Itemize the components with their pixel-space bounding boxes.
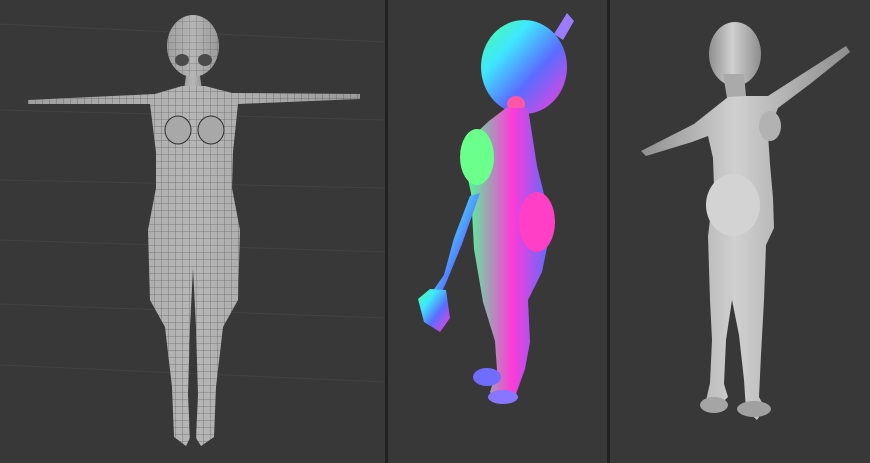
wireframe-model-canvas[interactable]: [0, 0, 385, 463]
solid-shaded-figure: [641, 22, 850, 420]
solid-viewport[interactable]: [610, 0, 870, 463]
blender-workspace: [0, 0, 870, 463]
wireframe-viewport[interactable]: [0, 0, 385, 463]
wireframe-figure: [28, 15, 360, 446]
solid-model-canvas[interactable]: [610, 0, 870, 463]
normal-map-viewport[interactable]: [388, 0, 607, 463]
normal-map-model-canvas[interactable]: [388, 0, 607, 463]
normal-shaded-figure: [418, 13, 574, 404]
